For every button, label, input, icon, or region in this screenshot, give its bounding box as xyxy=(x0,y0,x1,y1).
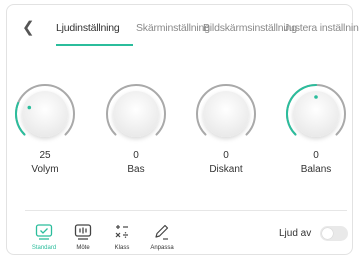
mute-label: Ljud av xyxy=(279,228,312,239)
active-tab-indicator xyxy=(56,44,133,46)
volume-value: 25 xyxy=(39,150,51,161)
tab-display[interactable]: Bildskärmsinställning xyxy=(203,22,297,34)
mute-toggle[interactable] xyxy=(320,226,348,241)
mode-class-label: Klass xyxy=(114,245,130,251)
mode-meeting[interactable]: Möte xyxy=(65,223,101,251)
mode-meeting-label: Möte xyxy=(76,245,90,251)
mode-standard[interactable]: Standard xyxy=(26,223,62,251)
bass-value: 0 xyxy=(133,150,139,161)
knob-body xyxy=(203,91,249,137)
bass-knob[interactable] xyxy=(104,82,168,146)
mode-customize[interactable]: Anpassa xyxy=(144,223,180,251)
sound-settings-panel: ❮ Ljudinställning Skärminställning Bilds… xyxy=(6,4,359,255)
tab-sound[interactable]: Ljudinställning xyxy=(56,22,120,34)
treble-label: Diskant xyxy=(209,164,243,175)
standard-mode-icon xyxy=(35,224,53,240)
volume-label: Volym xyxy=(31,164,59,175)
volume-knob[interactable] xyxy=(13,82,77,146)
tab-adjust[interactable]: Justera inställning xyxy=(284,22,359,34)
mode-class[interactable]: Klass xyxy=(104,223,140,251)
knob-body xyxy=(113,91,159,137)
balance-value: 0 xyxy=(313,150,319,161)
mute-toggle-thumb xyxy=(322,228,333,239)
balance-label: Balans xyxy=(300,164,332,175)
knob-indicator-dot xyxy=(27,105,32,110)
mode-standard-label: Standard xyxy=(31,245,57,251)
meeting-mode-icon xyxy=(74,224,92,240)
knob-body xyxy=(22,91,68,137)
divider xyxy=(25,210,347,211)
balance-knob[interactable] xyxy=(284,82,348,146)
treble-knob[interactable] xyxy=(194,82,258,146)
bass-label: Bas xyxy=(127,164,145,175)
class-mode-icon xyxy=(115,225,128,238)
customize-mode-icon xyxy=(155,224,169,240)
tab-screen[interactable]: Skärminställning xyxy=(136,22,210,34)
knob-indicator-dot xyxy=(314,95,318,99)
back-chevron-icon[interactable]: ❮ xyxy=(22,19,35,37)
treble-value: 0 xyxy=(223,150,229,161)
mode-customize-label: Anpassa xyxy=(150,245,174,251)
